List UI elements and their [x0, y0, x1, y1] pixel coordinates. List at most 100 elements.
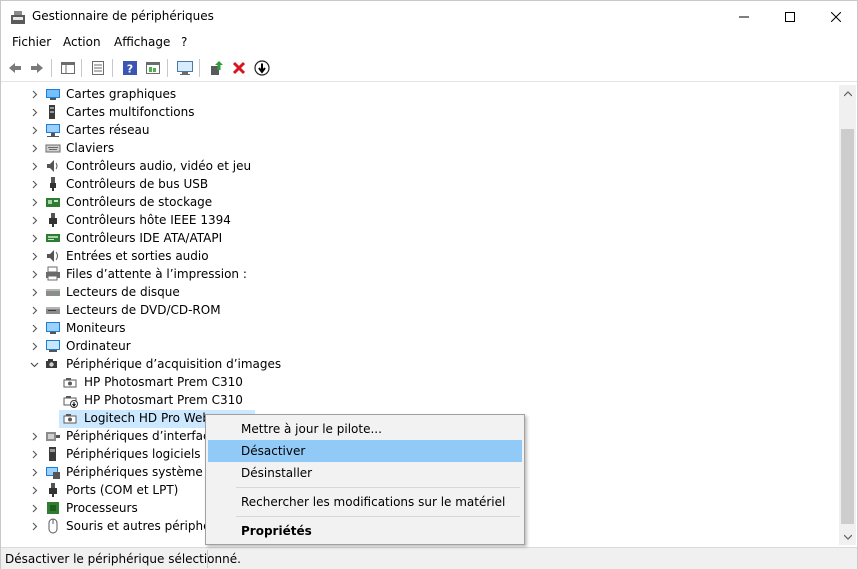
chevron-right-icon[interactable]	[27, 212, 41, 228]
mouse-icon	[48, 518, 58, 534]
chevron-right-icon[interactable]	[27, 176, 41, 192]
disable-device-button[interactable]	[252, 58, 272, 78]
keyboard-icon	[45, 144, 61, 153]
menu-affichage[interactable]: Affichage	[114, 35, 170, 49]
tree-item-label: Cartes multifonctions	[66, 105, 195, 119]
menu-properties[interactable]: Propriétés	[208, 520, 522, 542]
computer-icon	[46, 340, 60, 352]
chevron-right-icon[interactable]	[27, 104, 41, 120]
window-title: Gestionnaire de périphériques	[32, 9, 214, 23]
scroll-up-button[interactable]	[839, 85, 856, 102]
tree-category-item[interactable]: Cartes réseau	[5, 121, 505, 139]
chevron-right-icon[interactable]	[27, 248, 41, 264]
tree-category-item[interactable]: Contrôleurs hôte IEEE 1394	[5, 211, 505, 229]
tree-category-item[interactable]: Cartes multifonctions	[5, 103, 505, 121]
minimize-button[interactable]	[721, 1, 767, 32]
chevron-right-icon[interactable]	[27, 338, 41, 354]
show-hide-console-button[interactable]	[58, 58, 78, 78]
chevron-right-icon[interactable]	[27, 86, 41, 102]
menu-fichier[interactable]: Fichier	[12, 35, 51, 49]
update-driver-button[interactable]	[207, 58, 227, 78]
close-button[interactable]	[813, 1, 858, 32]
back-button[interactable]	[5, 58, 25, 78]
menu-disable-device-label: Désactiver	[241, 444, 306, 458]
tree-category-item[interactable]: Ordinateur	[5, 337, 505, 355]
dvd-icon	[46, 307, 60, 314]
tree-category-item[interactable]: Moniteurs	[5, 319, 505, 337]
scan-hardware-button[interactable]	[175, 58, 195, 78]
tree-item-label: Cartes réseau	[66, 123, 150, 137]
network-adapter-icon	[46, 124, 60, 137]
svg-text:?: ?	[127, 63, 133, 76]
tree-item-label: Cartes graphiques	[66, 87, 177, 101]
forward-arrow-icon	[31, 63, 43, 73]
multifunction-icon	[49, 105, 55, 119]
scroll-down-button[interactable]	[839, 528, 856, 545]
chevron-right-icon[interactable]	[27, 482, 41, 498]
tree-category-item[interactable]: Contrôleurs de bus USB	[5, 175, 505, 193]
help-button[interactable]: ?	[120, 58, 140, 78]
tree-category-item[interactable]: Lecteurs de disque	[5, 283, 505, 301]
view-button[interactable]	[143, 58, 163, 78]
scroll-thumb[interactable]	[841, 129, 854, 524]
device-manager-app-icon	[11, 11, 25, 24]
vertical-scrollbar[interactable]	[839, 85, 856, 545]
menu-help[interactable]: ?	[181, 35, 187, 49]
maximize-button[interactable]	[767, 1, 813, 32]
chevron-right-icon[interactable]	[27, 122, 41, 138]
chevron-right-icon[interactable]	[27, 158, 41, 174]
uninstall-device-button[interactable]	[229, 58, 249, 78]
disable-icon	[254, 60, 270, 76]
tree-category-item[interactable]: Périphérique d’acquisition d’images	[5, 355, 505, 373]
processor-icon	[47, 502, 59, 514]
tree-item-label: Contrôleurs de bus USB	[66, 177, 209, 191]
tree-item-label: Processeurs	[66, 501, 138, 515]
hid-icon	[46, 432, 60, 441]
chevron-down-icon[interactable]	[27, 356, 41, 372]
chevron-right-icon[interactable]	[27, 140, 41, 156]
toolbar: ?	[1, 54, 857, 82]
port-icon	[49, 483, 57, 497]
tree-item-label: Files d’attente à l’impression :	[66, 267, 247, 281]
forward-button[interactable]	[27, 58, 47, 78]
chevron-right-icon[interactable]	[27, 320, 41, 336]
chevron-right-icon[interactable]	[27, 518, 41, 534]
menu-action[interactable]: Action	[63, 35, 101, 49]
tree-category-item[interactable]: Files d’attente à l’impression :	[5, 265, 505, 283]
chevron-right-icon[interactable]	[27, 446, 41, 462]
tree-category-item[interactable]: Cartes graphiques	[5, 85, 505, 103]
properties-icon	[61, 62, 75, 74]
menu-update-driver[interactable]: Mettre à jour le pilote...	[208, 418, 522, 440]
chevron-right-icon[interactable]	[27, 464, 41, 480]
menu-properties-label: Propriétés	[241, 524, 312, 538]
chevron-right-icon[interactable]	[27, 194, 41, 210]
tree-device-item[interactable]: HP Photosmart Prem C310	[5, 391, 505, 409]
tree-item-label: Moniteurs	[66, 321, 126, 335]
tree-item-label: Contrôleurs hôte IEEE 1394	[66, 213, 231, 227]
storage-controller-icon	[46, 198, 60, 207]
tree-category-item[interactable]: Entrées et sorties audio	[5, 247, 505, 265]
menu-disable-device[interactable]: Désactiver	[208, 440, 522, 462]
maximize-icon	[785, 11, 795, 22]
tree-category-item[interactable]: Lecteurs de DVD/CD-ROM	[5, 301, 505, 319]
chevron-right-icon[interactable]	[27, 500, 41, 516]
tree-device-item[interactable]: HP Photosmart Prem C310	[5, 373, 505, 391]
tree-category-item[interactable]: Claviers	[5, 139, 505, 157]
chevron-right-icon[interactable]	[27, 302, 41, 318]
usb-icon	[50, 177, 56, 191]
tree-category-item[interactable]: Contrôleurs IDE ATA/ATAPI	[5, 229, 505, 247]
chevron-right-icon[interactable]	[27, 266, 41, 282]
chevron-right-icon[interactable]	[27, 428, 41, 444]
menu-uninstall-device[interactable]: Désinstaller	[208, 462, 522, 484]
webcam-icon	[63, 414, 77, 424]
properties-button[interactable]	[88, 58, 108, 78]
tree-category-item[interactable]: Contrôleurs de stockage	[5, 193, 505, 211]
tree-category-item[interactable]: Contrôleurs audio, vidéo et jeu	[5, 157, 505, 175]
menu-scan-hardware[interactable]: Rechercher les modifications sur le maté…	[208, 491, 522, 513]
ide-icon	[46, 234, 60, 242]
chevron-right-icon[interactable]	[27, 230, 41, 246]
display-adapter-icon	[46, 89, 60, 100]
tree-item-label: Contrôleurs IDE ATA/ATAPI	[66, 231, 223, 245]
update-driver-icon	[146, 62, 160, 74]
chevron-right-icon[interactable]	[27, 284, 41, 300]
